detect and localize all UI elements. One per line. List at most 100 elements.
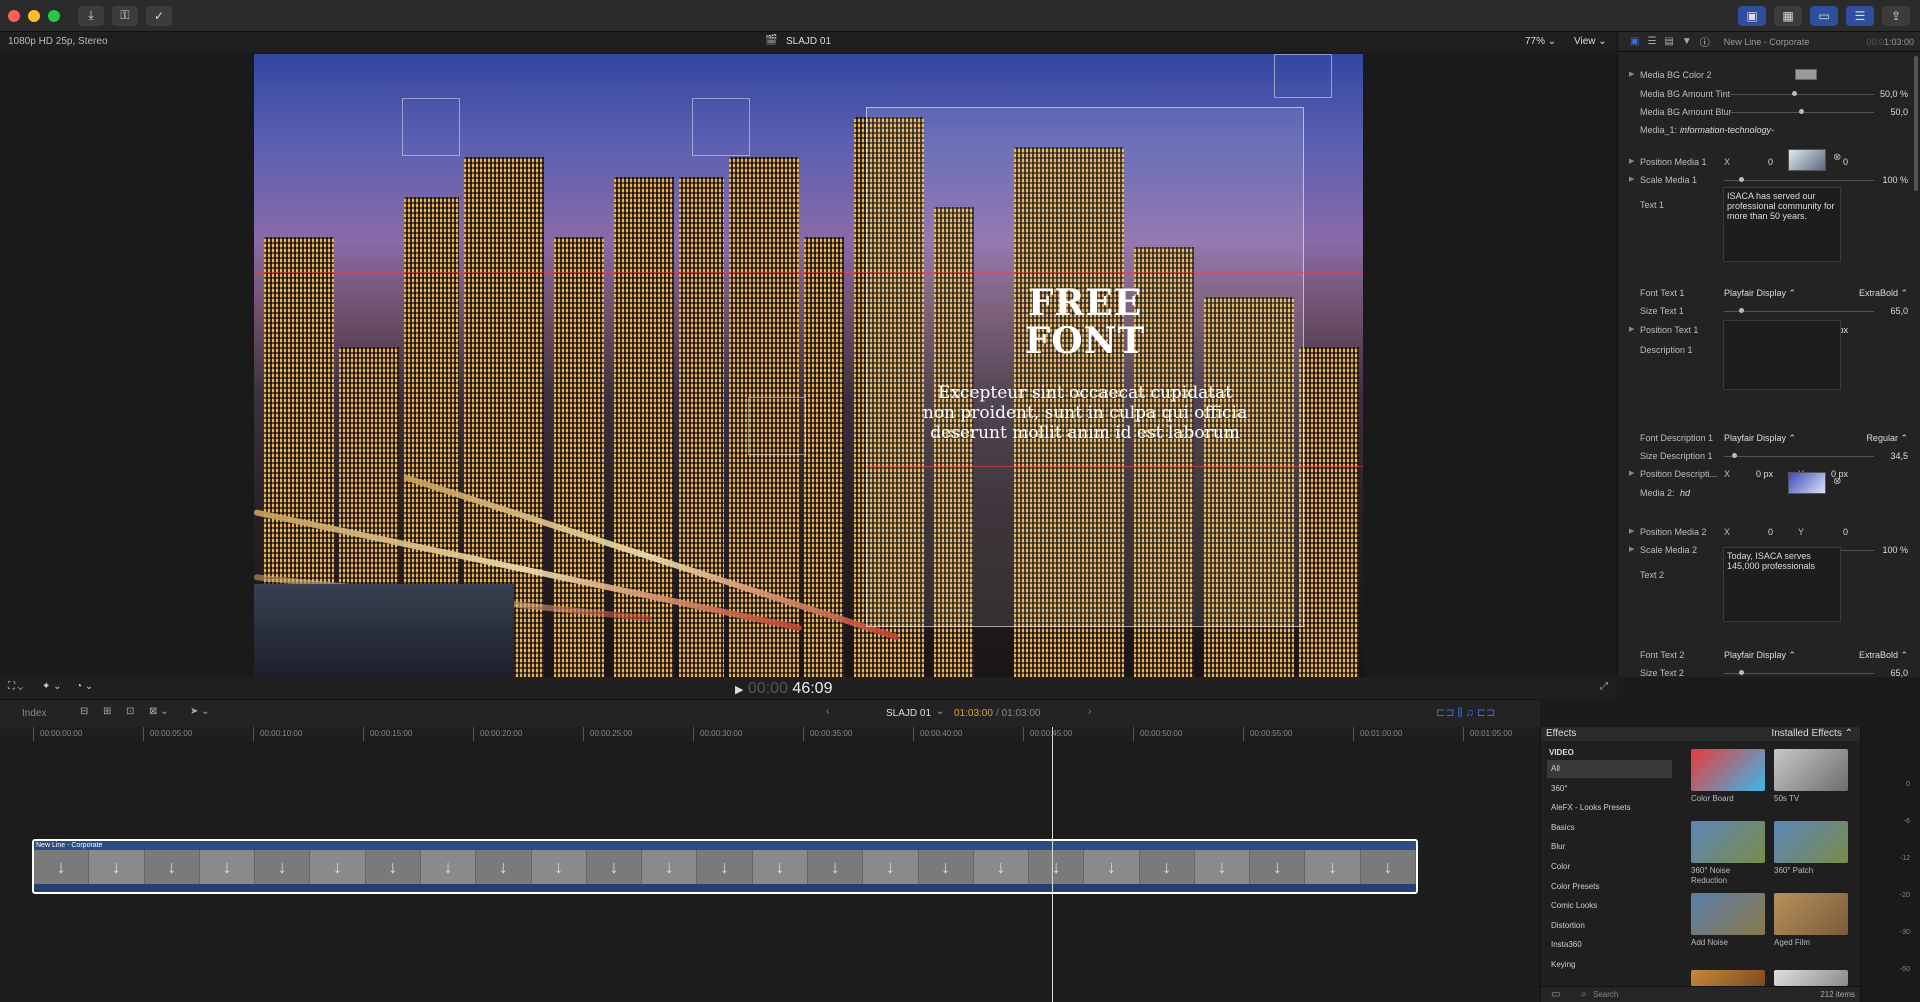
keywords-button[interactable]: ⚿ bbox=[112, 5, 138, 26]
index-button[interactable]: Index bbox=[22, 708, 46, 719]
param-value[interactable]: 100 % bbox=[1882, 545, 1908, 555]
param-slider[interactable] bbox=[1724, 177, 1874, 182]
param-value[interactable]: 50,0 % bbox=[1880, 89, 1908, 99]
param-value[interactable]: 100 % bbox=[1882, 175, 1908, 185]
disclosure-triangle-icon[interactable]: ▶ bbox=[1629, 157, 1634, 165]
inspector-row[interactable]: Size Description 1 34,5 bbox=[1618, 448, 1908, 464]
param-slider[interactable] bbox=[1724, 308, 1874, 313]
param-slider[interactable] bbox=[1724, 109, 1874, 114]
background-tasks-button[interactable]: ✓ bbox=[146, 5, 172, 26]
slider-knob[interactable] bbox=[1791, 91, 1797, 96]
timeline-clip[interactable]: New Line - Corporate ↓ ↓ ↓ ↓ ↓ ↓ ↓ ↓ ↓ ↓ ↓ ↓ ↓ ↓ ↓ ↓ ↓ ↓ ↓… bbox=[32, 839, 1418, 894]
forward-arrow-icon[interactable]: › bbox=[1088, 706, 1091, 717]
overlay-panel[interactable] bbox=[866, 107, 1304, 627]
media-2-thumbnail[interactable] bbox=[1788, 472, 1826, 494]
timeline-ruler[interactable]: 00:00:00:00 00:00:05:00 00:00:10:00 00:00:1… bbox=[0, 727, 1540, 741]
disclosure-triangle-icon[interactable]: ▶ bbox=[1629, 70, 1634, 78]
slider-knob[interactable] bbox=[1739, 177, 1744, 182]
connect-clip-icon[interactable]: ⊟ bbox=[80, 706, 88, 717]
video-inspector-tab[interactable]: ▣ bbox=[1630, 36, 1639, 47]
param-value[interactable]: 65,0 bbox=[1890, 306, 1908, 316]
search-input[interactable]: Search bbox=[1593, 990, 1618, 999]
minimize-window-button[interactable] bbox=[28, 9, 40, 22]
retime-button[interactable]: ◔ ⌄ bbox=[76, 681, 93, 692]
y-value[interactable]: 0 bbox=[1813, 527, 1848, 537]
media-1-thumbnail[interactable] bbox=[1788, 149, 1826, 171]
browser-toggle[interactable]: ▦ bbox=[1774, 6, 1802, 26]
disclosure-triangle-icon[interactable]: ▶ bbox=[1629, 545, 1634, 553]
font-popup[interactable]: Playfair Display ⌃ bbox=[1724, 288, 1796, 299]
inspector-row[interactable]: Font Text 1 Playfair Display ⌃ ExtraBold ⌃ bbox=[1618, 285, 1908, 301]
disclosure-triangle-icon[interactable]: ▶ bbox=[1629, 175, 1634, 183]
effect-thumbnail[interactable] bbox=[1774, 893, 1848, 935]
param-value[interactable]: ExtraBold ⌃ bbox=[1859, 650, 1908, 661]
inspector-row[interactable]: ▶Position Descripti...X0 pxY0 px bbox=[1618, 466, 1908, 482]
effects-category[interactable]: Color bbox=[1547, 858, 1672, 876]
slider-knob[interactable] bbox=[1739, 670, 1744, 675]
text-inspector-tab[interactable]: ☰ bbox=[1647, 36, 1656, 47]
effects-category[interactable]: Distortion bbox=[1547, 917, 1672, 935]
inspector-row[interactable]: ▶ Position Media 2X0Y0 bbox=[1618, 524, 1908, 540]
enhance-button[interactable]: ✦ ⌄ bbox=[42, 681, 62, 692]
info-icon[interactable]: ⓘ bbox=[1700, 34, 1710, 49]
generator-inspector-tab[interactable]: ▤ bbox=[1664, 36, 1673, 47]
timeline-toggle[interactable]: ▭ bbox=[1810, 6, 1838, 26]
timecode-display[interactable]: ▶ 00:00 46:09 bbox=[735, 680, 832, 698]
param-slider[interactable] bbox=[1724, 91, 1874, 96]
effect-thumbnail[interactable] bbox=[1691, 970, 1765, 986]
timeline-tracks[interactable]: New Line - Corporate ↓ ↓ ↓ ↓ ↓ ↓ ↓ ↓ ↓ ↓ ↓ ↓ ↓ ↓ ↓ ↓ ↓ ↓ ↓… bbox=[0, 741, 1540, 1002]
effect-thumbnail[interactable] bbox=[1774, 970, 1848, 986]
effects-category[interactable]: Keying bbox=[1547, 956, 1672, 974]
select-tool-icon[interactable]: ➤ ⌄ bbox=[190, 706, 210, 717]
playhead[interactable] bbox=[1052, 727, 1053, 1002]
color-swatch[interactable] bbox=[1795, 69, 1817, 80]
param-slider[interactable] bbox=[1724, 453, 1874, 458]
inspector-row[interactable]: Media_1: information-technology- bbox=[1618, 122, 1908, 138]
inspector-row[interactable]: Media BG Amount Tint 50,0 % bbox=[1618, 86, 1908, 102]
param-value[interactable]: 65,0 bbox=[1890, 668, 1908, 678]
inspector-toggle[interactable]: ☰ bbox=[1846, 6, 1874, 26]
back-arrow-icon[interactable]: ‹ bbox=[826, 706, 829, 717]
reset-icon[interactable]: ⊗ bbox=[1833, 152, 1841, 163]
description-1-field[interactable] bbox=[1723, 320, 1841, 390]
reset-icon[interactable]: ⊗ bbox=[1833, 476, 1841, 487]
disclosure-triangle-icon[interactable]: ▶ bbox=[1629, 527, 1634, 535]
inspector-row[interactable]: Size Text 2 65,0 bbox=[1618, 665, 1908, 681]
slider-knob[interactable] bbox=[1799, 109, 1804, 114]
slider-knob[interactable] bbox=[1739, 308, 1744, 313]
inspector-row[interactable]: Media 2: hd bbox=[1618, 485, 1908, 501]
timeline-clip-name[interactable]: SLAJD 01 bbox=[886, 708, 931, 719]
effects-category[interactable]: Basics bbox=[1547, 819, 1672, 837]
effect-thumbnail[interactable] bbox=[1691, 821, 1765, 863]
video-frame[interactable]: FREE FONT Excepteur sint occaecat cupida… bbox=[254, 54, 1363, 677]
text-2-field[interactable]: Today, ISACA serves 145,000 professional… bbox=[1723, 547, 1841, 622]
param-slider[interactable] bbox=[1724, 670, 1874, 675]
disclosure-triangle-icon[interactable]: ▶ bbox=[1629, 325, 1634, 333]
disclosure-triangle-icon[interactable]: ▶ bbox=[1629, 469, 1634, 477]
effect-thumbnail[interactable] bbox=[1691, 893, 1765, 935]
effects-category[interactable]: All bbox=[1547, 760, 1672, 778]
inspector-row[interactable]: Font Text 2 Playfair Display ⌃ ExtraBold ⌃ bbox=[1618, 647, 1908, 663]
effects-category[interactable]: Insta360 bbox=[1547, 936, 1672, 954]
installed-effects-popup[interactable]: Installed Effects ⌃ bbox=[1771, 728, 1853, 739]
x-value[interactable]: 0 bbox=[1738, 157, 1773, 167]
share-button[interactable]: ⇪ bbox=[1882, 6, 1910, 26]
import-button[interactable]: ⤓ bbox=[78, 5, 104, 26]
effects-category[interactable]: Color Presets bbox=[1547, 878, 1672, 896]
zoom-popup[interactable]: 77% ⌄ bbox=[1525, 36, 1556, 47]
param-value[interactable]: ExtraBold ⌃ bbox=[1859, 288, 1908, 299]
param-value[interactable]: Regular ⌃ bbox=[1866, 433, 1908, 444]
inspector-row[interactable]: ▶ Media BG Color 2 bbox=[1618, 67, 1908, 83]
inspector-scrollbar[interactable] bbox=[1914, 56, 1918, 191]
close-window-button[interactable] bbox=[8, 9, 20, 22]
play-icon[interactable]: ▶ bbox=[735, 684, 743, 696]
inspector-row[interactable]: ▶Position Media 1X0Y0 bbox=[1618, 154, 1908, 170]
slider-knob[interactable] bbox=[1731, 453, 1737, 458]
filter-icon[interactable]: ▼ bbox=[1682, 36, 1692, 47]
param-value[interactable]: 34,5 bbox=[1890, 451, 1908, 461]
effects-category[interactable]: 360° bbox=[1547, 780, 1672, 798]
effect-thumbnail[interactable] bbox=[1691, 749, 1765, 791]
overwrite-clip-icon[interactable]: ⊠ ⌄ bbox=[149, 706, 169, 717]
font-popup[interactable]: Playfair Display ⌃ bbox=[1724, 650, 1796, 661]
text-1-field[interactable]: ISACA has served our professional commun… bbox=[1723, 187, 1841, 262]
